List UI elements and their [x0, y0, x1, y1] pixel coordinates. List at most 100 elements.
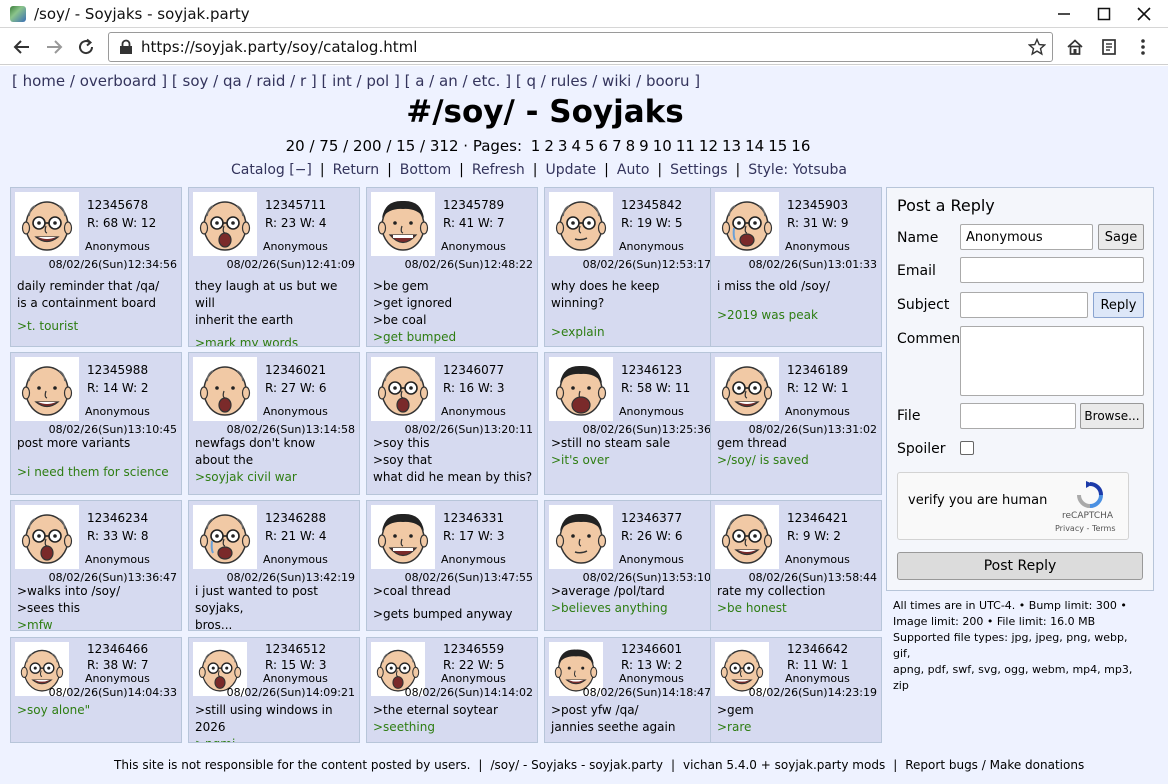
boardlist-link-overboard[interactable]: overboard [80, 72, 157, 90]
thread-card[interactable]: 12345988 R: 14 W: 2 Anonymous 08/02/26(Sun)… [10, 352, 182, 495]
boardlist-link-qa[interactable]: qa [223, 72, 242, 90]
thread-card[interactable]: 12346077 R: 16 W: 3 Anonymous 08/02/26(Sun)… [366, 352, 538, 495]
page-link-5[interactable]: 5 [585, 137, 595, 155]
reply-button[interactable]: Reply [1093, 292, 1144, 318]
boardlist-link-etc[interactable]: etc. [472, 72, 500, 90]
action-refresh[interactable]: Refresh [472, 162, 525, 178]
thread-thumbnail[interactable] [193, 505, 257, 569]
browse-button[interactable]: Browse... [1080, 403, 1144, 429]
thread-id: 12345789 [443, 198, 505, 212]
page-link-9[interactable]: 9 [639, 137, 649, 155]
thread-card[interactable]: 12345711 R: 23 W: 4 Anonymous 08/02/26(Sun)… [188, 187, 360, 347]
thread-card[interactable]: 12346331 R: 17 W: 3 Anonymous 08/02/26(Sun)… [366, 500, 538, 631]
page-link-14[interactable]: 14 [745, 137, 764, 155]
thread-thumbnail[interactable] [715, 505, 779, 569]
thread-thumbnail[interactable] [371, 505, 435, 569]
comment-textarea[interactable] [960, 326, 1144, 396]
action-settings[interactable]: Settings [670, 162, 727, 178]
boardlist-link-booru[interactable]: booru [646, 72, 690, 90]
boardlist-link-int[interactable]: int [332, 72, 352, 90]
post-reply-button[interactable]: Post Reply [897, 552, 1143, 580]
boardlist-link-q[interactable]: q [526, 72, 536, 90]
thread-thumbnail[interactable] [193, 192, 257, 256]
thread-card[interactable]: 12346559 R: 22 W: 5 Anonymous 08/02/26(Sun)… [366, 637, 538, 743]
thread-thumbnail[interactable] [549, 192, 613, 256]
thread-card[interactable]: 12346123 R: 58 W: 11 Anonymous 08/02/26(Sun… [544, 352, 716, 495]
address-bar[interactable]: https://soyjak.party/soy/catalog.html [108, 32, 1053, 62]
page-link-3[interactable]: 3 [558, 137, 568, 155]
thread-thumbnail[interactable] [15, 192, 79, 256]
thread-thumbnail[interactable] [715, 357, 779, 421]
captcha-links[interactable]: Privacy - Terms [1055, 524, 1116, 533]
thread-card[interactable]: 12345842 R: 19 W: 5 Anonymous 08/02/26(Sun)… [544, 187, 716, 347]
page-link-4[interactable]: 4 [571, 137, 581, 155]
forward-button[interactable] [42, 35, 66, 59]
reload-button[interactable] [74, 35, 98, 59]
thread-thumbnail[interactable] [549, 505, 613, 569]
boardlist-link-pol[interactable]: pol [366, 72, 389, 90]
page-link-8[interactable]: 8 [626, 137, 636, 155]
boardlist-link-wiki[interactable]: wiki [602, 72, 631, 90]
thread-card[interactable]: 12346601 R: 13 W: 2 Anonymous 08/02/26(Sun)… [544, 637, 716, 743]
back-button[interactable] [10, 35, 34, 59]
actions-separator: | [657, 162, 663, 178]
thread-thumbnail[interactable] [371, 357, 435, 421]
home-button[interactable] [1063, 35, 1087, 59]
action-auto[interactable]: Auto [617, 162, 650, 178]
email-field[interactable] [960, 257, 1144, 283]
subject-field[interactable] [960, 292, 1088, 318]
thread-card[interactable]: 12346021 R: 27 W: 6 Anonymous 08/02/26(Sun)… [188, 352, 360, 495]
thread-thumbnail[interactable] [371, 192, 435, 256]
bookmark-star-icon[interactable] [1028, 38, 1046, 56]
thread-thumbnail[interactable] [715, 192, 779, 256]
thread-thumbnail[interactable] [549, 357, 613, 421]
thread-card[interactable]: 12346377 R: 26 W: 6 Anonymous 08/02/26(Sun)… [544, 500, 716, 631]
thread-card[interactable]: 12346189 R: 12 W: 1 Anonymous 08/02/26(Sun)… [710, 352, 882, 495]
boardlist-separator: / [208, 72, 223, 90]
page-link-7[interactable]: 7 [612, 137, 622, 155]
spoiler-checkbox[interactable] [960, 441, 974, 455]
boardlist-link-home[interactable]: home [23, 72, 66, 90]
page-link-1[interactable]: 1 [531, 137, 541, 155]
action-return[interactable]: Return [333, 162, 379, 178]
thread-card[interactable]: 12345903 R: 31 W: 9 Anonymous 08/02/26(Sun)… [710, 187, 882, 347]
footer-item[interactable]: Report bugs / Make donations [905, 758, 1084, 772]
page-link-16[interactable]: 16 [791, 137, 810, 155]
page-link-12[interactable]: 12 [699, 137, 718, 155]
page-link-2[interactable]: 2 [544, 137, 554, 155]
boardlist-link-raid[interactable]: raid [256, 72, 285, 90]
page-link-10[interactable]: 10 [653, 137, 672, 155]
thread-card[interactable]: 12346234 R: 33 W: 8 Anonymous 08/02/26(Sun)… [10, 500, 182, 631]
page-link-15[interactable]: 15 [768, 137, 787, 155]
post-date: 08/02/26(Sun)14:09:21 [226, 686, 355, 699]
file-field[interactable] [960, 403, 1076, 429]
thread-thumbnail[interactable] [15, 505, 79, 569]
captcha-widget[interactable]: verify you are human reCAPTCHA Privacy -… [897, 472, 1129, 540]
thread-card[interactable]: 12346642 R: 11 W: 1 Anonymous 08/02/26(Sun)… [710, 637, 882, 743]
boardlist-link-soy[interactable]: soy [183, 72, 209, 90]
menu-button[interactable] [1131, 35, 1155, 59]
page-link-11[interactable]: 11 [676, 137, 695, 155]
name-field[interactable]: Anonymous [960, 224, 1093, 250]
action-bottom[interactable]: Bottom [400, 162, 451, 178]
minimize-button[interactable] [1044, 0, 1084, 28]
sage-button[interactable]: Sage [1098, 224, 1144, 250]
action-catalog[interactable]: Catalog [−] [231, 162, 312, 178]
maximize-button[interactable] [1084, 0, 1124, 28]
thread-card[interactable]: 12345678 R: 68 W: 12 Anonymous 08/02/26(Sun… [10, 187, 182, 347]
action-style-yotsuba[interactable]: Style: Yotsuba [748, 162, 847, 178]
thread-card[interactable]: 12346421 R: 9 W: 2 Anonymous 08/02/26(Sun)1… [710, 500, 882, 631]
thread-thumbnail[interactable] [193, 357, 257, 421]
thread-card[interactable]: 12346512 R: 15 W: 3 Anonymous 08/02/26(Sun)… [188, 637, 360, 743]
page-link-6[interactable]: 6 [599, 137, 609, 155]
action-update[interactable]: Update [545, 162, 596, 178]
close-button[interactable] [1124, 0, 1164, 28]
reader-button[interactable] [1097, 35, 1121, 59]
thread-thumbnail[interactable] [15, 357, 79, 421]
thread-card[interactable]: 12346466 R: 38 W: 7 Anonymous 08/02/26(Sun)… [10, 637, 182, 743]
thread-card[interactable]: 12346288 R: 21 W: 4 Anonymous 08/02/26(Sun)… [188, 500, 360, 631]
boardlist-link-an[interactable]: an [439, 72, 458, 90]
boardlist-link-rules[interactable]: rules [551, 72, 588, 90]
page-link-13[interactable]: 13 [722, 137, 741, 155]
thread-card[interactable]: 12345789 R: 41 W: 7 Anonymous 08/02/26(Sun)… [366, 187, 538, 347]
